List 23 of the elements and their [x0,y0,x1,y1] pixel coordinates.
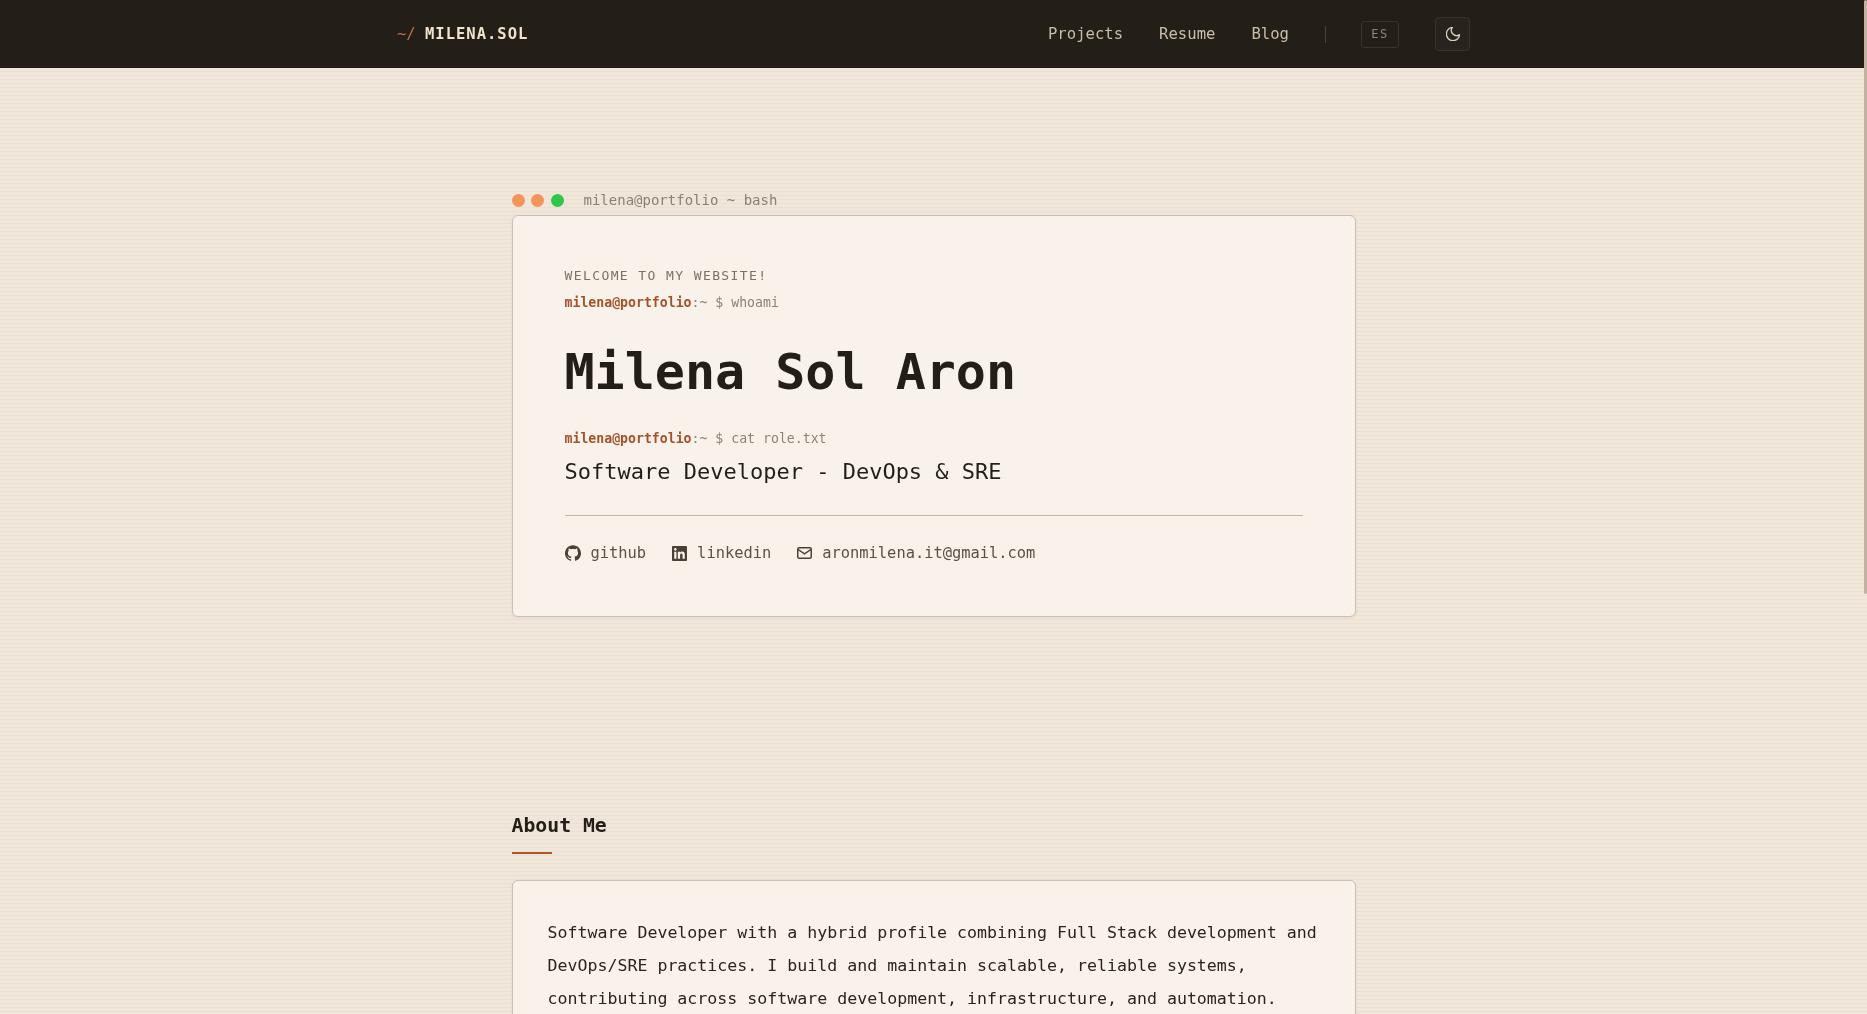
nav-link[interactable]: Blog [1251,25,1289,43]
envelope-icon [797,547,813,559]
about-paragraph: Software Developer with a hybrid profile combining Full Stack development and DevOps/SRE practices. I build and maintain scalable, reliable systems, contributing across software development, infrastructure, and automation. [547,922,1318,1010]
prompt-line: milena@portfolio:~ $ cat role.txt [564,430,828,448]
prompt-line: milena@portfolio:~ $ whoami [564,294,780,312]
theme-toggle-button[interactable] [1435,17,1470,51]
email-link[interactable]: aronmilena.it@gmail.com [797,542,1036,564]
linkedin-link[interactable]: linkedin [672,542,772,564]
nav-link[interactable]: Resume [1159,25,1216,43]
greeting-text: WELCOME TO MY WEBSITE! [564,267,769,285]
github-icon [564,545,581,561]
language-button[interactable]: ES [1361,20,1399,48]
terminal-title: milena@portfolio ~ bash [583,192,778,208]
moon-icon [1445,27,1460,41]
section-heading: About Me [511,813,607,839]
scrollbar-thumb[interactable] [1864,0,1867,594]
name-heading: Milena Sol Aron [564,342,1018,402]
nav-link[interactable]: Projects [1048,25,1124,43]
github-link[interactable]: github [564,542,647,564]
heading-underline [511,852,552,854]
linkedin-icon [672,545,688,561]
site-logo-link[interactable]: ~/ MILENA.SOL [397,25,529,43]
role-text: Software Developer - DevOps & SRE [564,458,1003,486]
